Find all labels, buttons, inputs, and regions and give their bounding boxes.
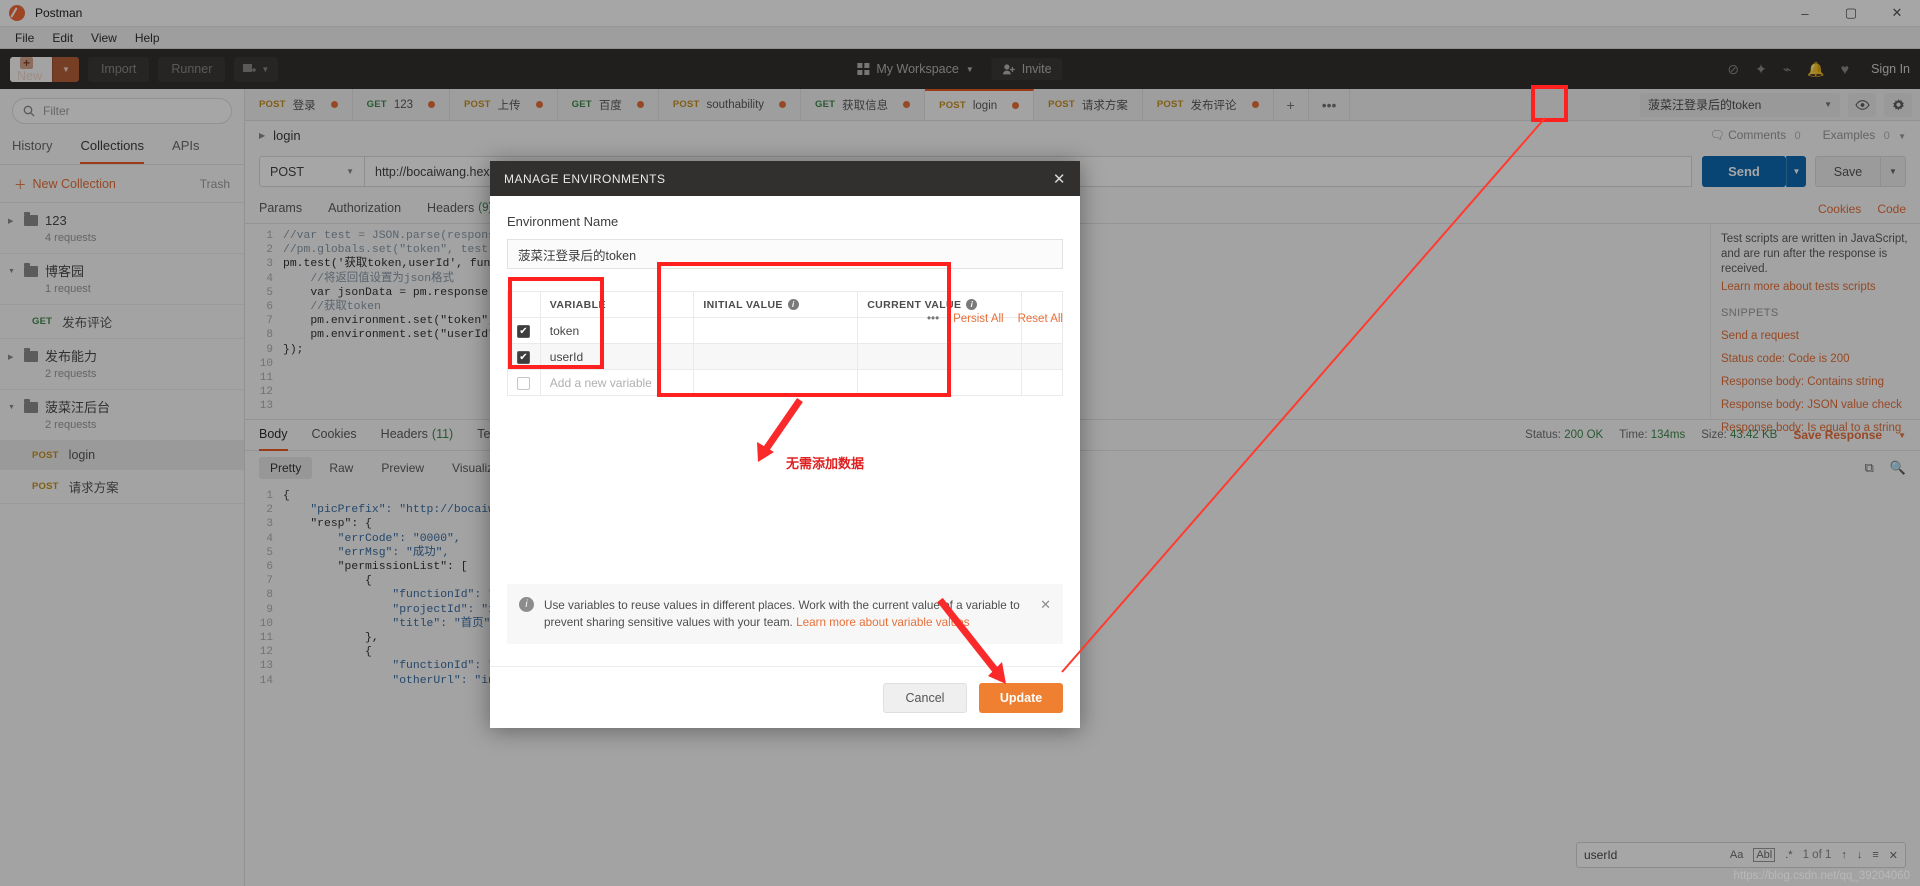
info-icon[interactable]: i — [966, 299, 978, 311]
more-options-icon[interactable]: ••• — [927, 313, 939, 325]
table-row-new[interactable]: ✔ Add a new variable — [507, 369, 1063, 396]
checkbox-checked-icon[interactable]: ✔ — [517, 325, 530, 338]
environment-name-value: 菠菜汪登录后的token — [518, 248, 637, 263]
modal-header: MANAGE ENVIRONMENTS ✕ — [490, 161, 1080, 196]
note-learn-more-link[interactable]: Learn more about variable values — [796, 616, 969, 629]
modal-footer: Cancel Update — [490, 666, 1080, 728]
variables-table: VARIABLE INITIAL VALUE i CURRENT VALUE i ✔… — [507, 291, 1063, 396]
col-checkbox — [507, 291, 541, 318]
checkbox-checked-icon[interactable]: ✔ — [517, 351, 530, 364]
manage-environments-modal: MANAGE ENVIRONMENTS ✕ Environment Name 菠… — [490, 161, 1080, 728]
variables-info-note: i Use variables to reuse values in diffe… — [507, 584, 1063, 644]
table-header-actions: ••• Persist All Reset All — [927, 313, 1063, 325]
row-checkbox-cell[interactable]: ✔ — [507, 343, 541, 370]
col-current-value-label: CURRENT VALUE — [867, 298, 962, 311]
persist-all-button[interactable]: Persist All — [953, 313, 1004, 325]
environment-name-input[interactable]: 菠菜汪登录后的token — [507, 239, 1063, 269]
update-button[interactable]: Update — [979, 682, 1063, 713]
row-initial-value[interactable] — [693, 343, 859, 370]
row-initial-value[interactable] — [693, 369, 859, 396]
row-checkbox-cell[interactable]: ✔ — [507, 317, 541, 344]
row-actions[interactable] — [1021, 343, 1063, 370]
col-initial-value: INITIAL VALUE i — [693, 291, 859, 318]
info-icon[interactable]: i — [787, 299, 799, 311]
modal-body: Environment Name 菠菜汪登录后的token ••• Persis… — [490, 196, 1080, 666]
table-row[interactable]: ✔ userId — [507, 343, 1063, 370]
reset-all-button[interactable]: Reset All — [1018, 313, 1063, 325]
row-checkbox-cell[interactable]: ✔ — [507, 369, 541, 396]
row-actions[interactable] — [1021, 369, 1063, 396]
row-variable[interactable]: token — [539, 317, 695, 344]
col-initial-value-label: INITIAL VALUE — [703, 298, 783, 311]
watermark: https://blog.csdn.net/qq_39204060 — [1733, 870, 1910, 882]
environment-name-label: Environment Name — [507, 214, 619, 229]
row-current-value[interactable] — [857, 343, 1023, 370]
close-icon[interactable]: ✕ — [1053, 170, 1066, 188]
cancel-button[interactable]: Cancel — [883, 682, 967, 713]
checkbox-unchecked-icon[interactable]: ✔ — [517, 377, 530, 390]
modal-title: MANAGE ENVIRONMENTS — [504, 171, 666, 186]
postman-app-window: Postman – ▢ ✕ File Edit View Help + New … — [0, 0, 1920, 886]
info-icon: i — [519, 597, 534, 612]
row-current-value[interactable] — [857, 369, 1023, 396]
row-variable-placeholder[interactable]: Add a new variable — [539, 369, 695, 396]
note-close-icon[interactable]: ✕ — [1040, 597, 1051, 613]
col-variable: VARIABLE — [539, 291, 695, 318]
row-initial-value[interactable] — [693, 317, 859, 344]
row-variable[interactable]: userId — [539, 343, 695, 370]
